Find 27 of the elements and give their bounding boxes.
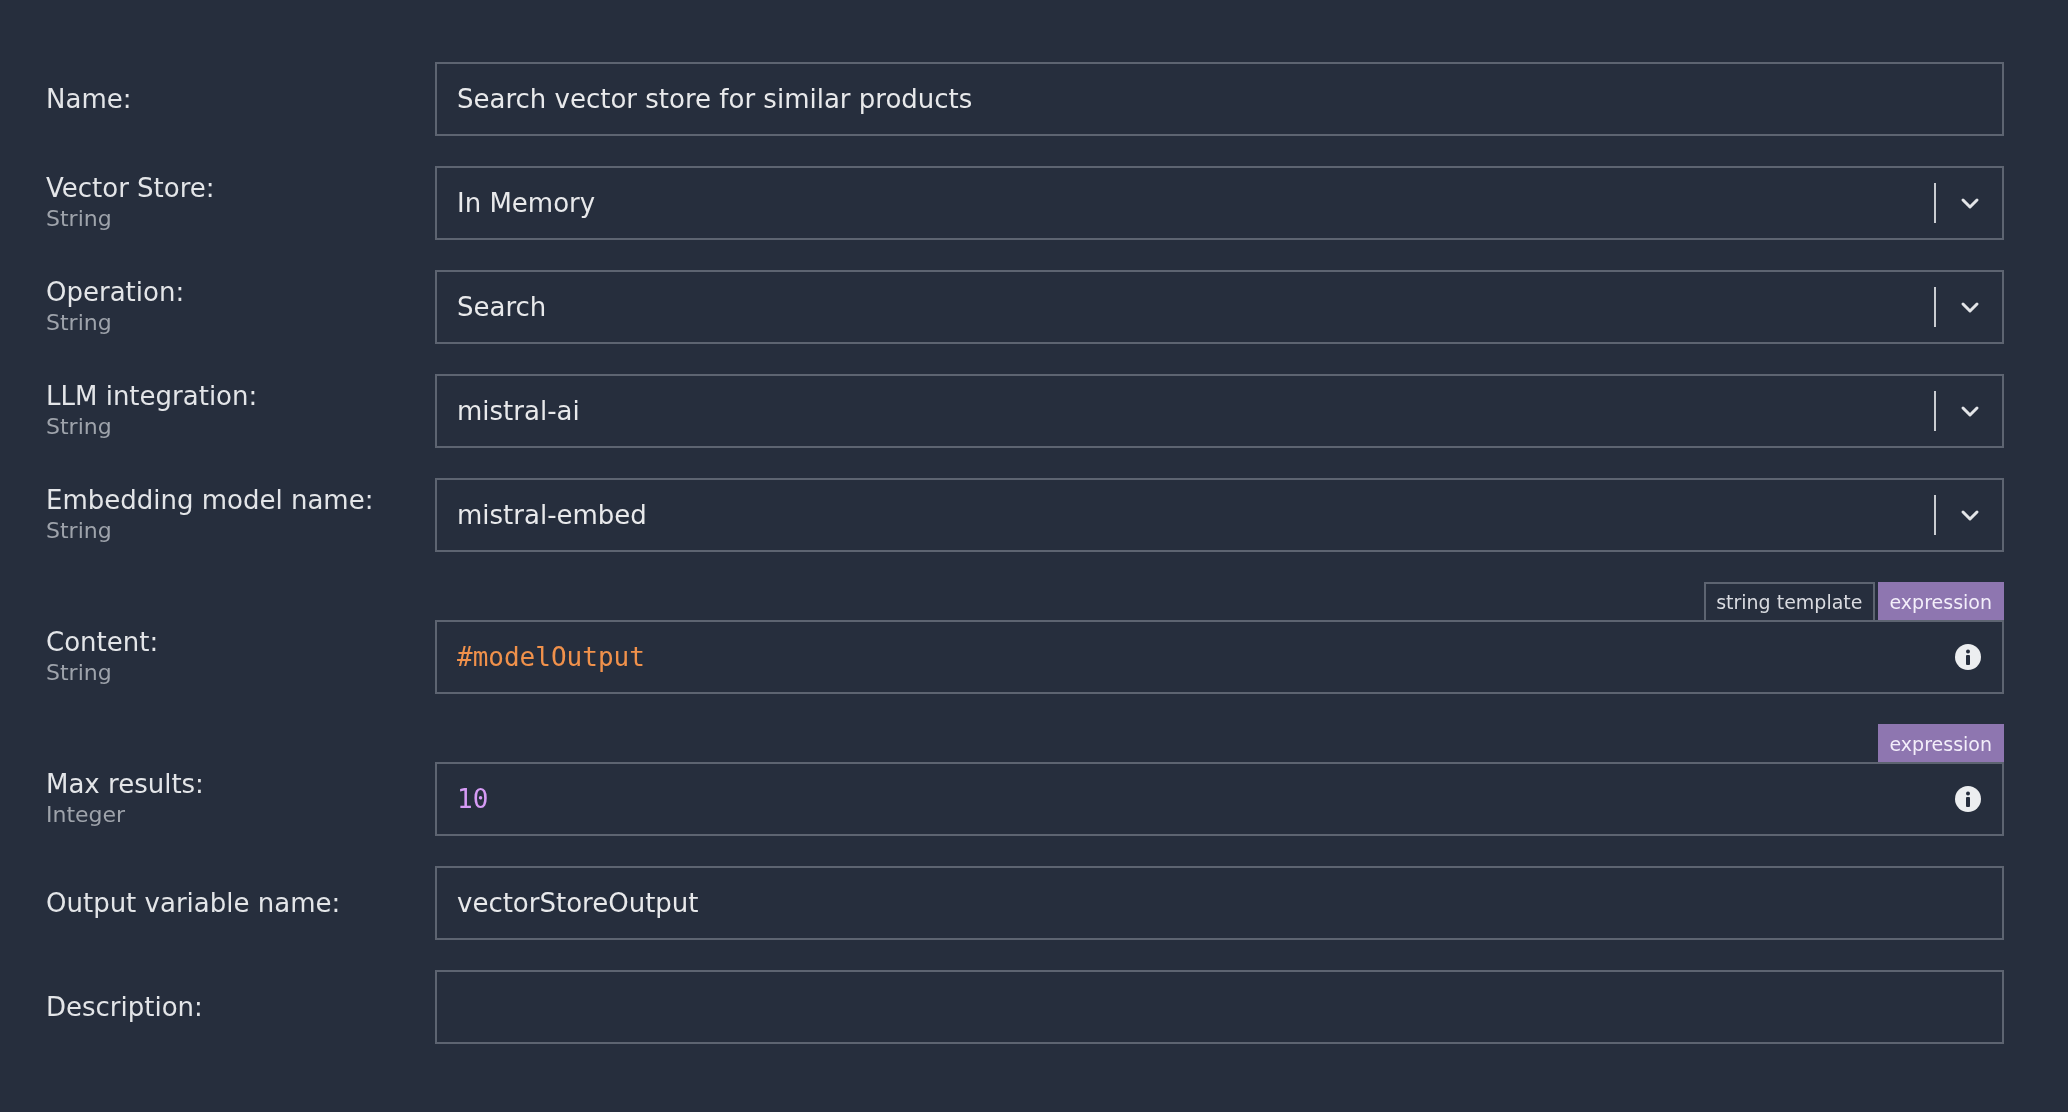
field-label: Vector Store: <box>46 172 216 204</box>
select-field[interactable]: Search <box>435 270 2004 344</box>
select-field[interactable]: In Memory <box>435 166 2004 240</box>
mode-tab[interactable]: string template <box>1704 582 1875 620</box>
select-field[interactable]: mistral-embed <box>435 478 2004 552</box>
field-label: Embedding model name: <box>46 484 375 516</box>
field-type: Integer <box>46 801 127 829</box>
info-icon[interactable] <box>1954 785 1982 813</box>
field-label: Name: <box>46 83 133 115</box>
select-field[interactable]: mistral-ai <box>435 374 2004 448</box>
field-label: Max results: <box>46 768 205 800</box>
field-type: String <box>46 309 113 337</box>
expression-field[interactable]: #modelOutput <box>435 620 2004 694</box>
field-label: Output variable name: <box>46 887 342 919</box>
field-label: Content: <box>46 626 160 658</box>
field-label: LLM integration: <box>46 380 259 412</box>
field-type: String <box>46 659 113 687</box>
text-field[interactable]: vectorStoreOutput <box>435 866 2004 940</box>
field-label: Description: <box>46 991 204 1023</box>
text-field[interactable]: Search vector store for similar products <box>435 62 2004 136</box>
info-icon[interactable] <box>1954 643 1982 671</box>
expression-field[interactable]: 10 <box>435 762 2004 836</box>
field-label: Operation: <box>46 276 186 308</box>
field-type: String <box>46 517 113 545</box>
field-type: String <box>46 413 113 441</box>
field-type: String <box>46 205 113 233</box>
text-field[interactable] <box>435 970 2004 1044</box>
